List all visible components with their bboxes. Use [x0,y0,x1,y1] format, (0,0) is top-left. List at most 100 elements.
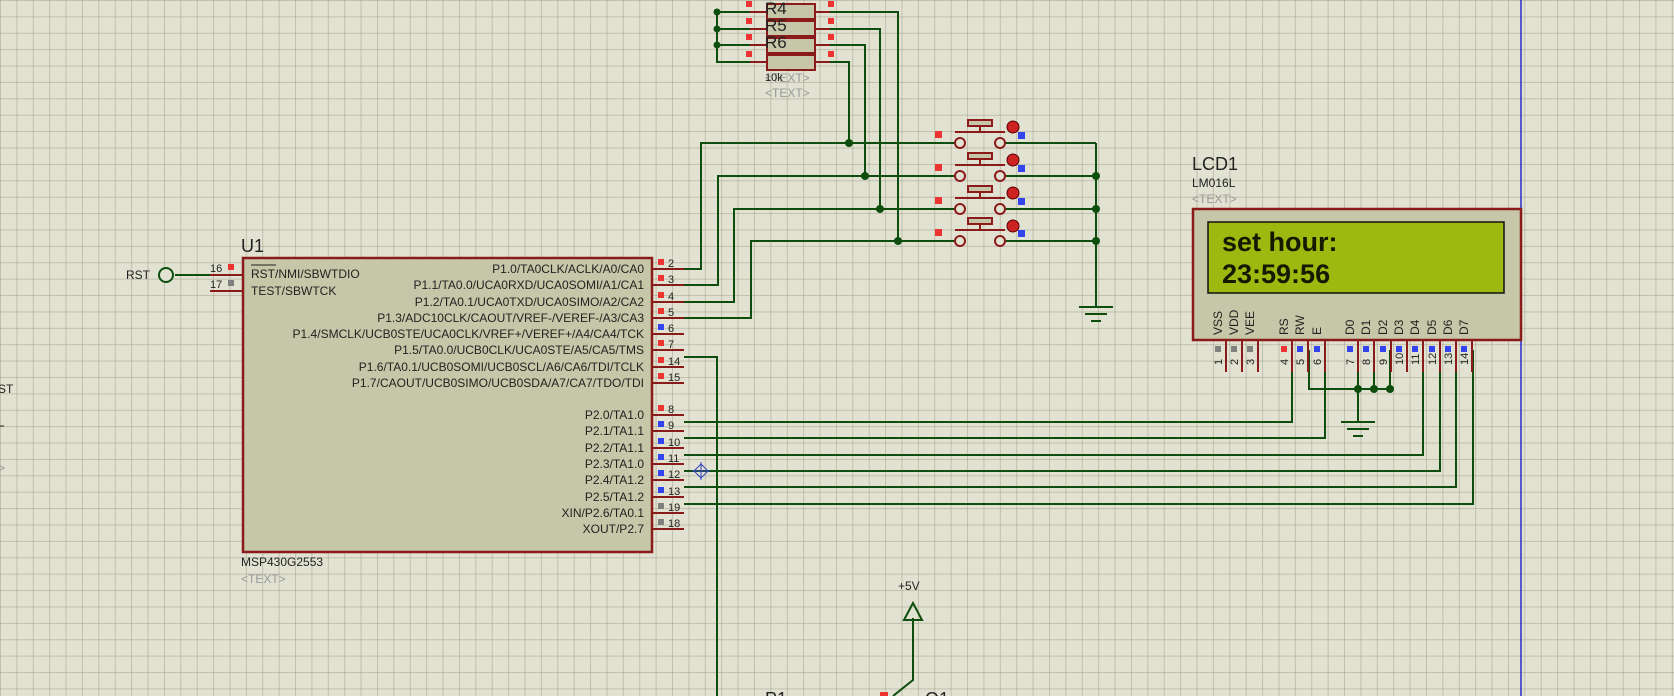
lcd-pin[interactable]: D4 11 [1408,319,1424,372]
lcd-pin-label: D0 [1343,319,1357,335]
resistor-network[interactable]: R4 R5 R6 <TEXT> 10k <TEXT> [746,0,834,100]
lcd-pin-label: D1 [1359,319,1373,335]
mcu-pin-label: TEST/SBWTCK [251,284,336,298]
resistor-text-placeholder-2: <TEXT> [765,86,810,100]
lcd-pin[interactable]: D0 7 [1343,319,1359,372]
wire-p2-0-rs [684,350,1293,423]
lcd-pin[interactable]: D5 12 [1425,319,1441,372]
power-arrow-icon [902,600,924,621]
mcu-pin-label: P1.4/SMCLK/UCB0STE/UCA0CLK/VREF+/VEREF+/… [293,327,644,341]
mcu-pin-num: 13 [668,486,680,498]
mcu-pin-num: 10 [668,437,680,449]
pushbutton-3[interactable] [954,185,1006,215]
actuator-icon [1006,120,1020,134]
lcd-pin-num: 12 [1427,353,1439,365]
mcu-part: MSP430G2553 [241,555,323,569]
mcu-pin-num: 14 [668,356,680,368]
rst-terminal[interactable]: RST [126,267,174,283]
pushbutton-1[interactable] [954,119,1006,149]
lcd-pin-num: 13 [1443,353,1455,365]
wire-r4-out [815,11,899,241]
mcu-pin-label: XOUT/P2.7 [583,522,645,536]
lcd-part: LM016L [1192,176,1236,190]
mcu-pin-label: P1.2/TA0.1/UCA0TXD/UCA0SIMO/A2/CA2 [415,295,645,309]
pushbutton-2[interactable] [954,152,1006,182]
lcd-pin-num: 7 [1345,359,1357,365]
mcu-pin-label: P1.5/TA0.0/UCB0CLK/UCA0STE/A5/CA5/TMS [394,343,644,357]
lcd-pin-num: 9 [1378,359,1390,365]
lcd-pin[interactable]: VEE 3 [1243,311,1259,372]
pushbutton-4[interactable] [954,217,1006,247]
mcu-pin-num: 19 [668,502,680,514]
mcu-pin-label: P2.2/TA1.1 [585,441,644,455]
ground-symbol-lcd [1341,421,1375,437]
wire-p1-3 [684,240,955,319]
actuator-icon [1006,219,1020,233]
q1-pin-marker [880,692,888,696]
mcu-pin-num: 6 [668,323,674,335]
ground-symbol-buttons [1079,306,1113,322]
wire-p1-0 [684,142,955,270]
wire-r-common-left [716,12,750,63]
wire-p2-3-d5 [684,350,1441,472]
lcd-pin-label: RW [1293,315,1307,335]
lcd-pin-num: 5 [1295,359,1307,365]
lcd-pin-label: RS [1277,318,1291,335]
lcd-pin[interactable]: D2 9 [1376,319,1392,372]
mcu-pin-num: 8 [668,404,674,416]
wire-p2-5-d7 [684,350,1474,505]
lcd-pin[interactable]: D1 8 [1359,319,1375,372]
mcu-pin-num: 15 [668,372,680,384]
actuator-icon [1006,153,1020,167]
lcd-pin-num: 10 [1394,353,1406,365]
lcd-pin[interactable]: E6 [1310,327,1326,372]
lcd-line-1: set hour: [1222,227,1338,257]
mcu-pin-num: 4 [668,291,674,303]
lcd-pin[interactable]: VSS 1 [1211,311,1227,372]
pushbuttons[interactable] [954,119,1006,247]
lcd-pin[interactable]: D7 14 [1457,319,1473,372]
mcu-pin-num: 7 [668,339,674,351]
mcu-pin-num: 16 [210,263,222,275]
lcd-ref: LCD1 [1192,154,1238,174]
wire-r6-out [815,44,866,176]
lcd-pin-label: E [1310,327,1324,335]
lcd-pin-num: 2 [1229,359,1241,365]
lcd-lm016l[interactable]: LCD1 LM016L <TEXT> set hour: 23:59:56 VS… [1191,154,1523,372]
power-label: +5V [898,579,920,593]
lcd-pin[interactable]: D6 13 [1441,319,1457,372]
mcu-pin-num: 12 [668,469,680,481]
resistor-value: 10k [765,72,783,84]
lcd-pin[interactable]: RS 4 [1277,318,1293,372]
lcd-pin[interactable]: D3 10 [1392,319,1408,372]
actuator-icon [1006,186,1020,200]
mcu-u1[interactable]: U1 MSP430G2553 <TEXT> 16 17 RST/NMI/SBWT… [210,236,684,586]
power-5v[interactable]: +5V [898,579,924,621]
left-edge-fragment: ST [0,382,14,396]
wire-r7-out [815,61,850,143]
lcd-pin-label: VDD [1227,309,1241,335]
lcd-pin-num: 1 [1213,359,1225,365]
schematic-canvas[interactable]: ST > R4 R5 R6 <TEXT> 10k <TEXT> U1 MSP43… [0,0,1674,696]
probe-crosshair-icon[interactable] [692,462,710,480]
mcu-pin-label: P1.1/TA0.0/UCA0RXD/UCA0SOMI/A1/CA1 [413,278,644,292]
wire-5v [892,618,914,696]
lcd-pin[interactable]: RW 5 [1293,315,1309,372]
q1-ref: Q1 [925,689,949,696]
wire-r5-out [815,28,881,209]
mcu-pin-label: XIN/P2.6/TA0.1 [562,506,645,520]
wire-p1-2 [684,208,955,303]
lcd-pin-num: 4 [1279,359,1291,365]
wire-lcd-gnd-bus [1308,350,1390,390]
lcd-pin-label: D7 [1457,319,1471,335]
terminal-icon[interactable] [158,267,174,283]
lcd-pin-label: D4 [1408,319,1422,335]
lcd-pin-num: 11 [1410,354,1422,365]
mcu-text-placeholder: <TEXT> [241,572,286,586]
mcu-pin-num: 2 [668,258,674,270]
lcd-pin-num: 8 [1361,359,1373,365]
lcd-text-placeholder: <TEXT> [1192,192,1237,206]
wire-p1-5 [684,356,718,696]
lcd-pin-label: VSS [1211,311,1225,335]
resistor-r7[interactable] [766,54,816,71]
